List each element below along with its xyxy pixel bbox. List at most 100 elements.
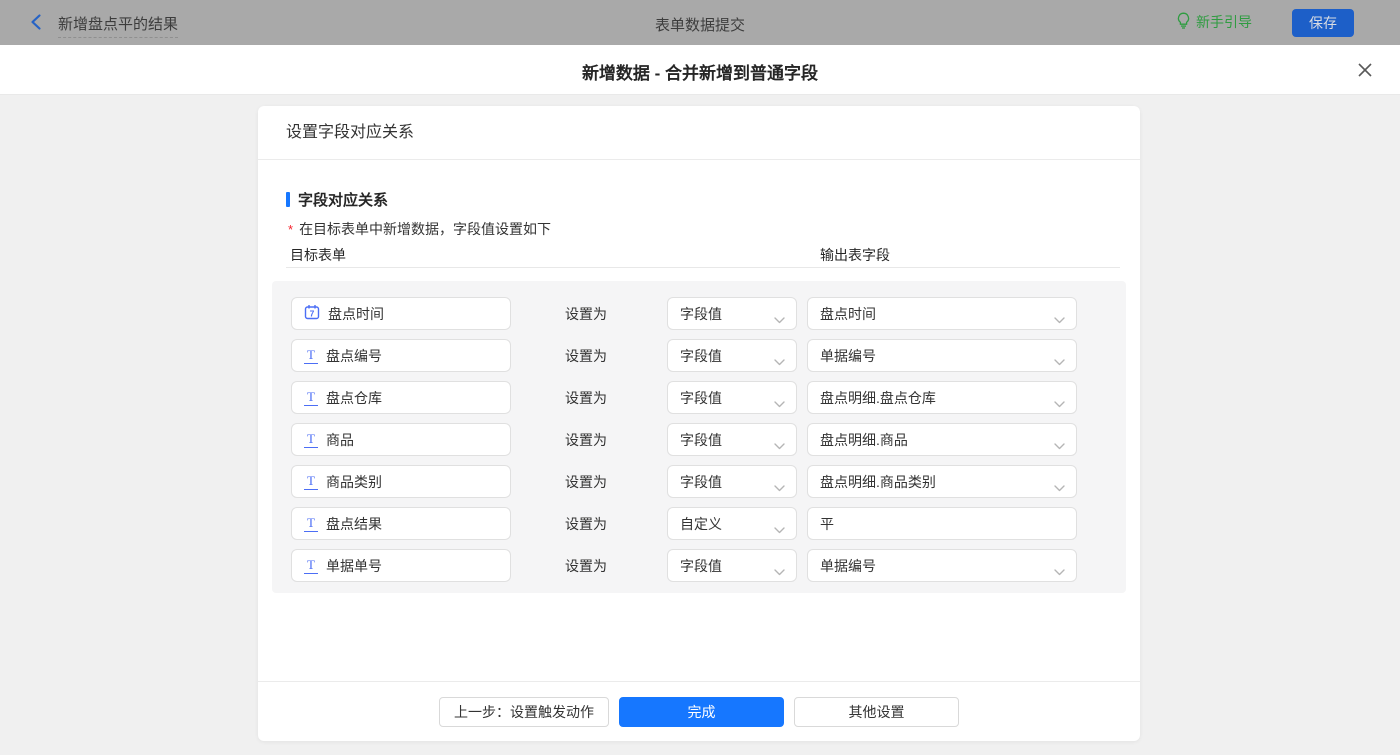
chevron-down-icon [774, 563, 785, 579]
mapping-row: T 盘点仓库 设置为 字段值 盘点明细.盘点仓库 [272, 381, 1126, 414]
value-cell[interactable]: 平 [807, 507, 1077, 540]
save-button[interactable]: 保存 [1292, 9, 1354, 37]
settings-card: 设置字段对应关系 字段对应关系 * 在目标表单中新增数据，字段值设置如下 目标表单… [258, 106, 1140, 741]
mode-select[interactable]: 字段值 [667, 465, 797, 498]
field-label: 盘点仓库 [326, 388, 382, 408]
close-icon[interactable] [1354, 59, 1376, 81]
value-cell[interactable]: 单据编号 [807, 549, 1077, 582]
set-as-label: 设置为 [565, 304, 607, 324]
value-cell[interactable]: 盘点明细.商品 [807, 423, 1077, 456]
chevron-down-icon [1054, 437, 1065, 453]
mapping-row: 7 盘点时间 设置为 字段值 盘点时间 [272, 297, 1126, 330]
section-title-label: 字段对应关系 [298, 189, 388, 210]
field-label: 盘点结果 [326, 514, 382, 534]
target-field-box[interactable]: T 盘点编号 [291, 339, 511, 372]
value-label: 盘点时间 [820, 304, 876, 324]
chevron-down-icon [774, 353, 785, 369]
chevron-down-icon [774, 521, 785, 537]
mode-select-label: 字段值 [680, 430, 722, 450]
mode-select[interactable]: 字段值 [667, 339, 797, 372]
required-asterisk: * [288, 222, 293, 237]
set-as-label: 设置为 [565, 472, 607, 492]
done-button[interactable]: 完成 [619, 697, 784, 727]
mapping-rows: 7 盘点时间 设置为 字段值 盘点时间 T 盘点编号 设置为 字段值 [272, 297, 1126, 582]
calendar-icon: 7 [304, 304, 320, 323]
mode-select[interactable]: 字段值 [667, 549, 797, 582]
svg-text:7: 7 [310, 309, 315, 319]
mapping-row: T 盘点结果 设置为 自定义 平 [272, 507, 1126, 540]
chevron-down-icon [774, 395, 785, 411]
modal-title: 新增数据 - 合并新增到普通字段 [0, 59, 1400, 84]
set-as-label: 设置为 [565, 388, 607, 408]
text-icon: T [304, 474, 318, 490]
set-as-label: 设置为 [565, 430, 607, 450]
text-icon: T [304, 516, 318, 532]
target-field-box[interactable]: T 商品类别 [291, 465, 511, 498]
mapping-row: T 商品类别 设置为 字段值 盘点明细.商品类别 [272, 465, 1126, 498]
target-field-box[interactable]: T 单据单号 [291, 549, 511, 582]
value-label: 单据编号 [820, 346, 876, 366]
text-icon: T [304, 558, 318, 574]
value-cell[interactable]: 盘点明细.盘点仓库 [807, 381, 1077, 414]
card-header-title: 设置字段对应关系 [258, 106, 1140, 160]
field-label: 盘点编号 [326, 346, 382, 366]
chevron-down-icon [774, 311, 785, 327]
mode-select-label: 字段值 [680, 556, 722, 576]
required-note: * 在目标表单中新增数据，字段值设置如下 [288, 219, 551, 239]
value-label: 盘点明细.商品 [820, 430, 908, 450]
top-navbar: 新增盘点平的结果 表单数据提交 新手引导 保存 [0, 0, 1400, 45]
section-accent-bar [286, 192, 290, 207]
mode-select[interactable]: 字段值 [667, 297, 797, 330]
mode-select-label: 字段值 [680, 346, 722, 366]
mode-select[interactable]: 字段值 [667, 381, 797, 414]
mapping-row: T 商品 设置为 字段值 盘点明细.商品 [272, 423, 1126, 456]
value-label: 平 [820, 514, 834, 534]
value-cell[interactable]: 单据编号 [807, 339, 1077, 372]
section-title: 字段对应关系 [286, 189, 388, 210]
value-cell[interactable]: 盘点时间 [807, 297, 1077, 330]
mode-select-label: 字段值 [680, 388, 722, 408]
required-note-text: 在目标表单中新增数据，字段值设置如下 [299, 221, 551, 237]
chevron-down-icon [1054, 353, 1065, 369]
card-footer: 上一步：设置触发动作 完成 其他设置 [258, 681, 1140, 741]
column-header-output-field: 输出表字段 [820, 245, 890, 265]
mode-select-label: 自定义 [680, 514, 722, 534]
chevron-down-icon [1054, 311, 1065, 327]
mode-select-label: 字段值 [680, 472, 722, 492]
modal-body: 设置字段对应关系 字段对应关系 * 在目标表单中新增数据，字段值设置如下 目标表单… [0, 96, 1400, 755]
field-label: 商品 [326, 430, 354, 450]
field-label: 盘点时间 [328, 304, 384, 324]
value-label: 盘点明细.盘点仓库 [820, 388, 936, 408]
mode-select-label: 字段值 [680, 304, 722, 324]
mapping-row: T 盘点编号 设置为 字段值 单据编号 [272, 339, 1126, 372]
modal-header: 新增数据 - 合并新增到普通字段 [0, 45, 1400, 95]
chevron-down-icon [1054, 395, 1065, 411]
column-divider [286, 267, 1120, 268]
lightbulb-icon [1176, 12, 1191, 32]
target-field-box[interactable]: T 盘点仓库 [291, 381, 511, 414]
chevron-down-icon [1054, 563, 1065, 579]
field-label: 商品类别 [326, 472, 382, 492]
chevron-down-icon [774, 479, 785, 495]
set-as-label: 设置为 [565, 346, 607, 366]
beginner-guide-link[interactable]: 新手引导 [1176, 12, 1252, 32]
set-as-label: 设置为 [565, 556, 607, 576]
other-settings-button[interactable]: 其他设置 [794, 697, 959, 727]
set-as-label: 设置为 [565, 514, 607, 534]
text-icon: T [304, 348, 318, 364]
chevron-down-icon [774, 437, 785, 453]
mode-select[interactable]: 自定义 [667, 507, 797, 540]
target-field-box[interactable]: 7 盘点时间 [291, 297, 511, 330]
column-header-target-form: 目标表单 [290, 245, 346, 265]
target-field-box[interactable]: T 商品 [291, 423, 511, 456]
mapping-panel: 7 盘点时间 设置为 字段值 盘点时间 T 盘点编号 设置为 字段值 [272, 281, 1126, 593]
beginner-guide-label: 新手引导 [1196, 12, 1252, 32]
value-cell[interactable]: 盘点明细.商品类别 [807, 465, 1077, 498]
value-label: 单据编号 [820, 556, 876, 576]
mode-select[interactable]: 字段值 [667, 423, 797, 456]
target-field-box[interactable]: T 盘点结果 [291, 507, 511, 540]
text-icon: T [304, 432, 318, 448]
value-label: 盘点明细.商品类别 [820, 472, 936, 492]
prev-step-button[interactable]: 上一步：设置触发动作 [439, 697, 609, 727]
chevron-down-icon [1054, 479, 1065, 495]
